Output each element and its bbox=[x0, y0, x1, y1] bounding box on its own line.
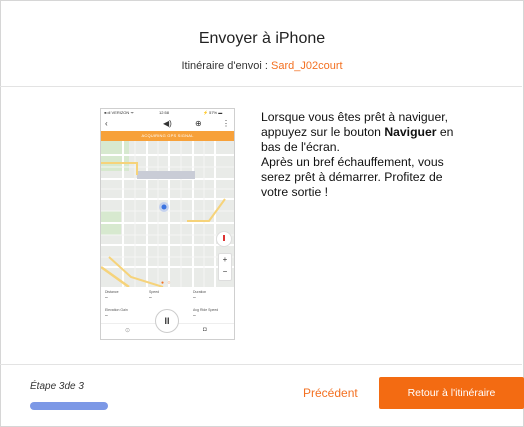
stat-label: Elevation Gain bbox=[105, 308, 128, 312]
stat-value: – bbox=[105, 295, 108, 301]
navigate-keyword: Naviguer bbox=[384, 125, 437, 139]
speaker-icon: ◀) bbox=[163, 119, 172, 128]
zoom-in-button[interactable]: + bbox=[219, 254, 231, 266]
zoom-out-button[interactable]: − bbox=[219, 266, 231, 278]
gps-banner: ACQUIRING GPS SIGNAL bbox=[101, 131, 234, 141]
dialog-title: Envoyer à iPhone bbox=[198, 30, 326, 47]
stat-label: Duration bbox=[193, 290, 207, 294]
back-icon: ‹ bbox=[105, 119, 108, 128]
stat-label: Distance bbox=[105, 290, 119, 294]
instructions-part3: Après un bref échauffement, vous serez p… bbox=[261, 155, 444, 199]
stat-value: – bbox=[149, 295, 152, 301]
phone-toolbar: ‹ ◀) ⊕ ⋮ bbox=[101, 117, 234, 131]
route-label: Itinéraire d'envoi : bbox=[181, 60, 271, 72]
previous-button[interactable]: Précédent bbox=[303, 386, 358, 400]
page-dots: ● ○ bbox=[161, 280, 172, 286]
footer-divider bbox=[0, 364, 522, 365]
stat-value: – bbox=[193, 295, 196, 301]
phone-status-bar: ●ııll VERIZON ᯤ 12:58 ⚡ 57% ▬ bbox=[101, 109, 234, 117]
camera-icon: ◘ bbox=[203, 327, 207, 333]
step-progress-bar bbox=[30, 402, 108, 410]
header-divider bbox=[0, 86, 522, 87]
phone-battery: ⚡ 57% ▬ bbox=[203, 110, 223, 115]
back-to-route-button[interactable]: Retour à l'itinéraire bbox=[379, 377, 524, 409]
phone-time: 12:58 bbox=[159, 110, 170, 115]
route-subtitle: Itinéraire d'envoi : Sard_J02court bbox=[0, 60, 524, 72]
route-name: Sard_J02court bbox=[271, 60, 343, 72]
stat-value: – bbox=[105, 313, 108, 319]
stat-label: Speed bbox=[149, 290, 160, 294]
route-pin-icon: ⊕ bbox=[195, 119, 202, 128]
phone-carrier: ●ııll VERIZON ᯤ bbox=[104, 110, 135, 115]
map-view: + − bbox=[101, 141, 234, 287]
more-icon: ⋮ bbox=[222, 119, 230, 128]
zoom-control[interactable]: + − bbox=[218, 253, 232, 281]
compass-icon[interactable] bbox=[216, 231, 232, 247]
step-indicator: Étape 3de 3 bbox=[30, 381, 84, 392]
stat-value: – bbox=[193, 313, 196, 319]
instructions-text: Lorsque vous êtes prêt à naviguer, appuy… bbox=[261, 110, 466, 200]
location-icon: ⊙ bbox=[125, 328, 131, 334]
phone-screenshot: ●ııll VERIZON ᯤ 12:58 ⚡ 57% ▬ ‹ ◀) ⊕ ⋮ A… bbox=[100, 108, 235, 340]
stat-label: Avg Ride Speed bbox=[193, 308, 219, 312]
pause-button[interactable]: II bbox=[155, 309, 179, 333]
map-graphic bbox=[101, 141, 234, 287]
